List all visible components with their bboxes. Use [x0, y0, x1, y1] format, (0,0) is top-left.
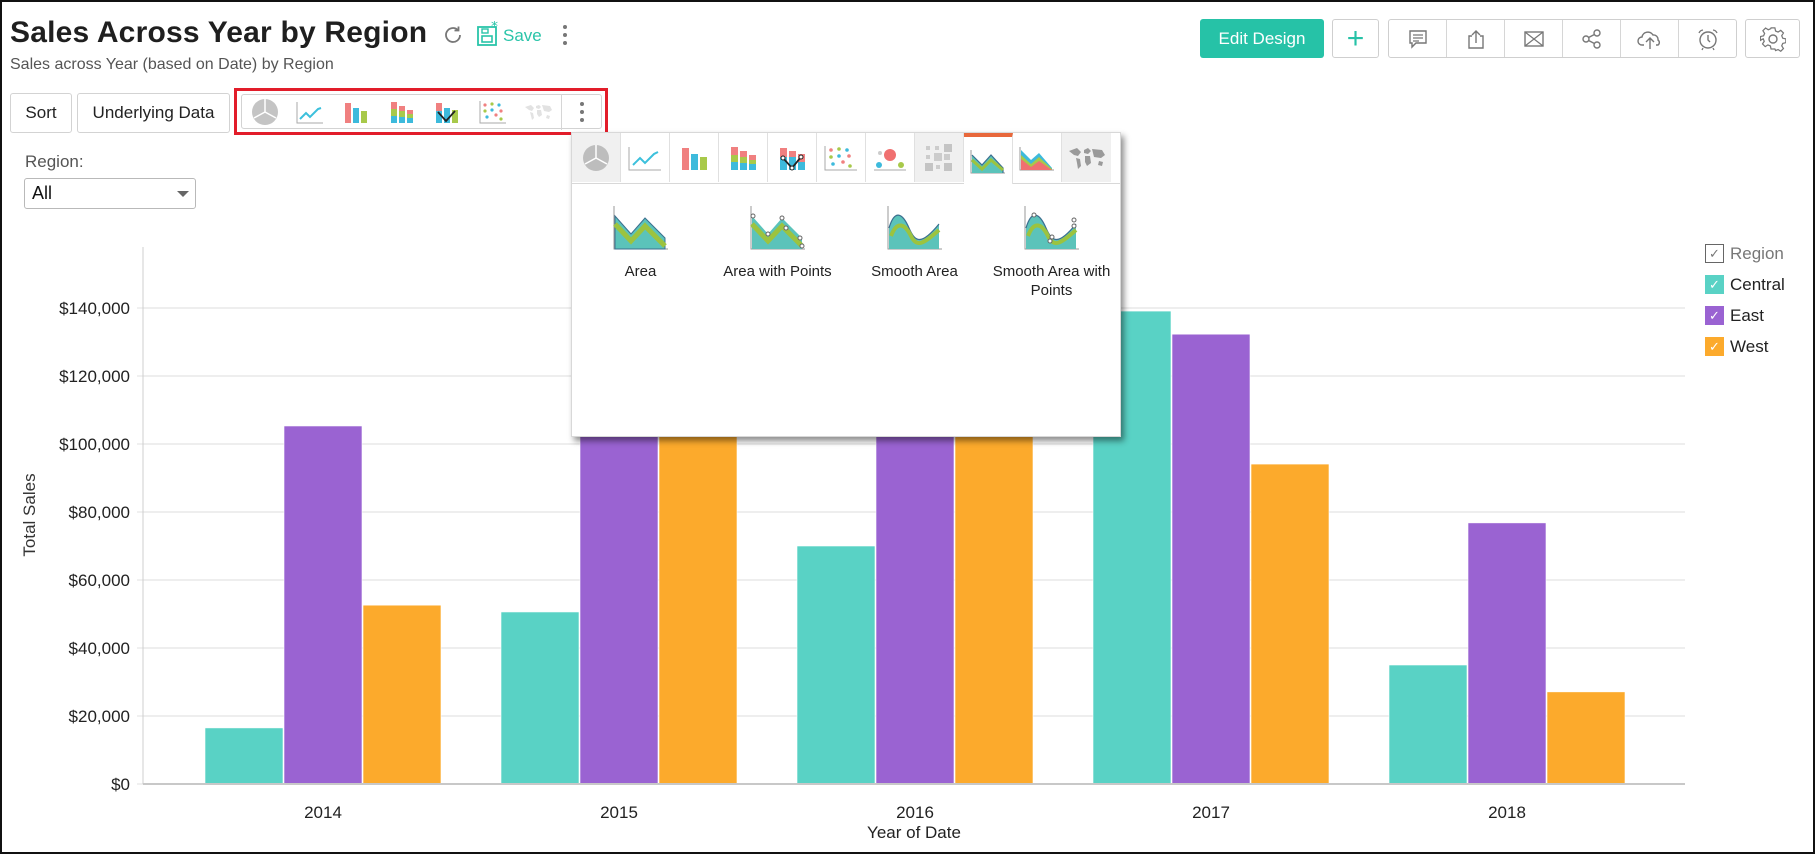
legend-label: East: [1730, 305, 1765, 325]
tab-map: [1062, 133, 1111, 182]
tab-pie: [572, 133, 621, 182]
pie-chart-icon: [583, 144, 609, 171]
bar-chart-icon: [682, 147, 707, 170]
legend-item-west[interactable]: ✓ West: [1705, 331, 1785, 362]
tab-bar[interactable]: [670, 133, 719, 182]
x-tick-label: 2016: [896, 803, 934, 822]
y-tick-label: $80,000: [69, 503, 130, 522]
x-tick-label: 2015: [600, 803, 638, 822]
x-tick-label: 2014: [304, 803, 342, 822]
variant-area-with-points[interactable]: Area with Points: [709, 206, 846, 300]
area-variant-icon: [612, 206, 668, 250]
tab-scatter[interactable]: [817, 133, 866, 182]
x-tick-label: 2017: [1192, 803, 1230, 822]
chart-type-popup: Area Area with Points Smooth Area Smooth…: [571, 132, 1121, 437]
y-tick-label: $60,000: [69, 571, 130, 590]
x-axis-title: Year of Date: [867, 823, 961, 842]
y-axis-title: Total Sales: [20, 473, 39, 556]
tab-heatmap: [915, 133, 964, 182]
x-axis-ticks: 2014 2015 2016 2017 2018: [304, 803, 1526, 822]
y-axis-ticks: $0 $20,000 $40,000 $60,000 $80,000 $100,000 $1…: [59, 299, 143, 794]
tab-stacked-bar[interactable]: [719, 133, 768, 182]
y-tick-label: $100,000: [59, 435, 130, 454]
stacked-area-chart-icon: [1019, 146, 1054, 170]
area-chart-icon: [970, 149, 1005, 173]
area-variants: Area Area with Points Smooth Area Smooth…: [572, 184, 1120, 300]
bar-central-2015[interactable]: [500, 611, 580, 785]
bar-west-2018[interactable]: [1546, 691, 1626, 785]
bar-central-2018[interactable]: [1388, 664, 1468, 785]
bar-central-2016[interactable]: [796, 545, 876, 785]
smooth-area-with-points-variant-icon: [1024, 206, 1079, 250]
tab-line[interactable]: [621, 133, 670, 182]
bar-west-2014[interactable]: [362, 604, 442, 785]
tab-combination[interactable]: [768, 133, 817, 182]
y-tick-label: $0: [111, 775, 130, 794]
bar-west-2017[interactable]: [1250, 463, 1330, 785]
tab-stacked-area[interactable]: [1013, 133, 1062, 182]
checkbox-checked-icon: ✓: [1705, 337, 1724, 356]
bar-east-2014[interactable]: [283, 425, 363, 785]
legend-label: Central: [1730, 274, 1785, 294]
bubble-chart-icon: [874, 148, 906, 170]
combination-chart-icon: [780, 147, 805, 170]
y-tick-label: $120,000: [59, 367, 130, 386]
area-with-points-variant-icon: [749, 206, 805, 250]
variant-smooth-area-with-points[interactable]: Smooth Area with Points: [983, 206, 1120, 300]
heatmap-icon: [925, 143, 952, 171]
legend-item-east[interactable]: ✓ East: [1705, 300, 1785, 331]
y-tick-label: $140,000: [59, 299, 130, 318]
y-tick-label: $20,000: [69, 707, 130, 726]
legend-header[interactable]: ✓ Region: [1705, 238, 1785, 269]
stacked-bar-chart-icon: [731, 146, 756, 170]
tab-area[interactable]: [964, 133, 1013, 184]
legend: ✓ Region ✓ Central ✓ East ✓ West: [1705, 238, 1785, 362]
legend-title: Region: [1730, 243, 1784, 263]
checkbox-checked-icon: ✓: [1705, 275, 1724, 294]
variant-area[interactable]: Area: [572, 206, 709, 300]
tab-bubble[interactable]: [866, 133, 915, 182]
bar-central-2014[interactable]: [204, 727, 284, 785]
legend-label: West: [1730, 336, 1769, 356]
bar-west-2015[interactable]: [658, 409, 738, 785]
checkbox-icon: ✓: [1705, 244, 1724, 263]
variant-smooth-area[interactable]: Smooth Area: [846, 206, 983, 300]
legend-item-central[interactable]: ✓ Central: [1705, 269, 1785, 300]
checkbox-checked-icon: ✓: [1705, 306, 1724, 325]
bar-east-2017[interactable]: [1171, 333, 1251, 785]
line-chart-icon: [628, 146, 661, 170]
x-tick-label: 2018: [1488, 803, 1526, 822]
smooth-area-variant-icon: [887, 206, 942, 250]
bar-east-2018[interactable]: [1467, 522, 1547, 785]
map-icon: [1068, 147, 1105, 169]
chart-type-tabs: [572, 133, 1120, 184]
scatter-chart-icon: [824, 145, 857, 170]
y-tick-label: $40,000: [69, 639, 130, 658]
